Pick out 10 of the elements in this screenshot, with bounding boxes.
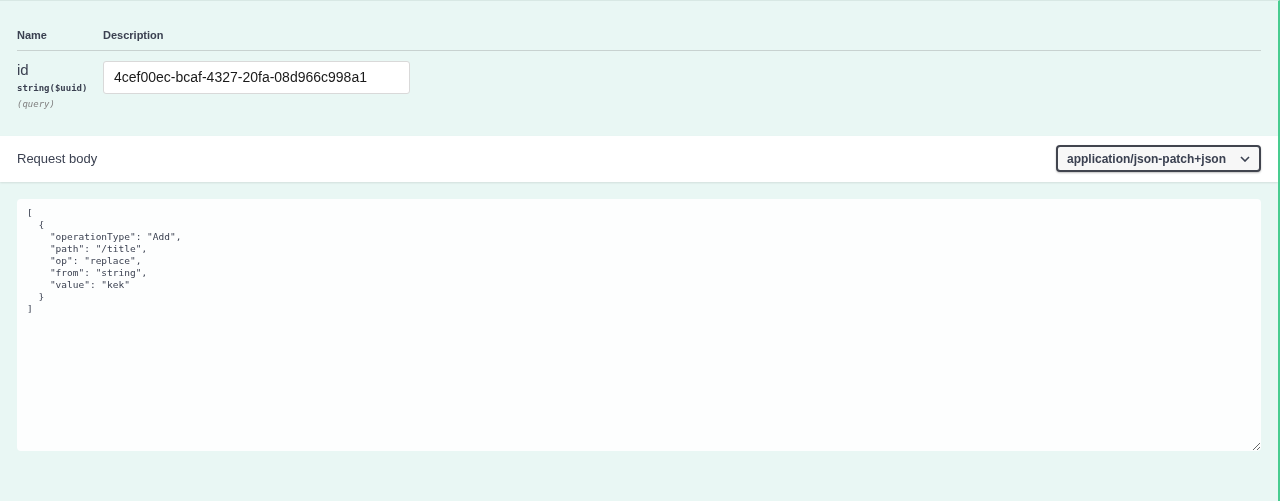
code-editor[interactable]: [ { "operationType": "Add", "path": "/title", "op": "replace", "from": "string", "value": "kek" } ] [17, 198, 1261, 451]
chevron-down-icon [1240, 155, 1250, 162]
input-field[interactable]: 4cef00ec-bcaf-4327-20fa-08d966c998a1 [103, 60, 410, 94]
section-title: Request body [17, 149, 98, 168]
parameter-location: (query) [17, 98, 56, 111]
column-header: Name [17, 28, 48, 43]
parameter-type: string($uuid) [17, 81, 89, 95]
column-header: Description [103, 28, 164, 43]
parameter-name: id [17, 60, 30, 79]
content-type-select[interactable]: application/json-patch+json [1055, 145, 1261, 172]
